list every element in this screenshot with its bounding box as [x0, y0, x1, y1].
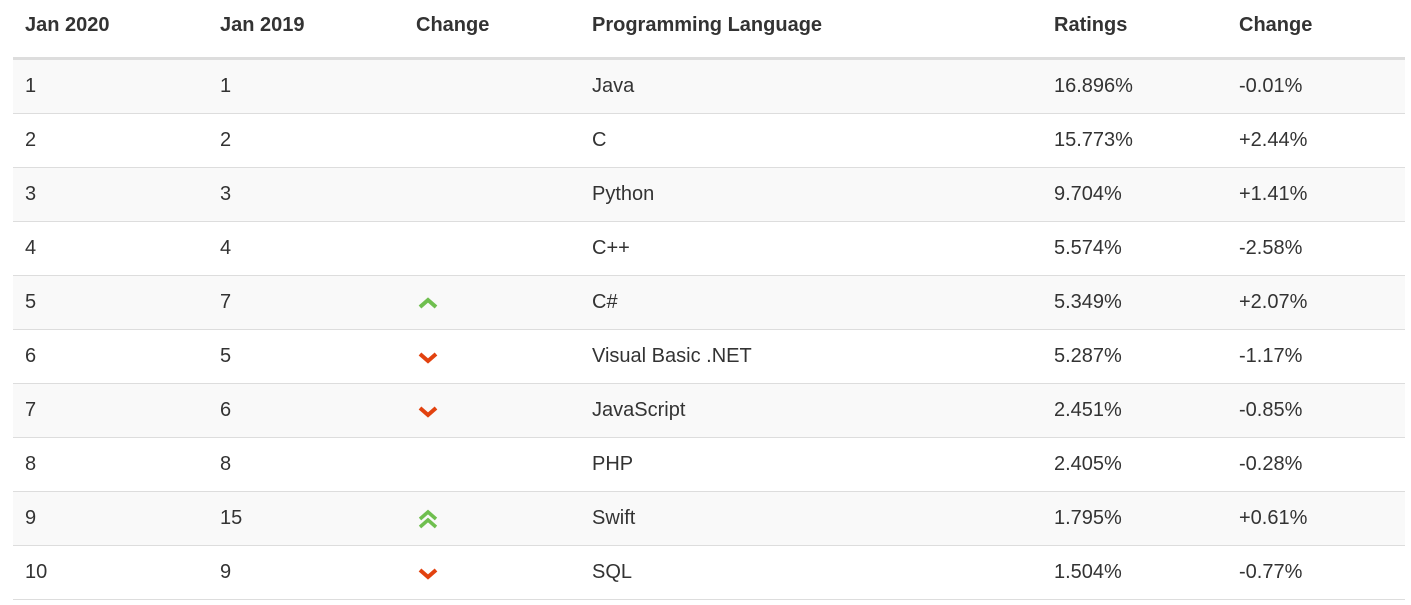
cell-rank-2019: 7: [220, 291, 232, 313]
cell-change: -1.17%: [1239, 345, 1303, 367]
cell-rank-2020: 1: [25, 75, 37, 97]
cell-ratings: 15.773%: [1054, 129, 1133, 151]
cell-change: +2.44%: [1239, 129, 1308, 151]
table-row: 6 5 Visual Basic .NET 5.287% -1.17%: [13, 330, 1405, 384]
ranking-table: Jan 2020 Jan 2019 Change Programming Lan…: [13, 0, 1405, 600]
cell-rank-2020: 9: [25, 507, 37, 529]
cell-ratings: 2.451%: [1054, 399, 1122, 421]
cell-trend: [416, 546, 440, 599]
double-chevron-up-icon: [416, 507, 440, 531]
cell-language: C++: [592, 237, 630, 259]
cell-language: C: [592, 129, 607, 151]
cell-rank-2020: 8: [25, 453, 37, 475]
cell-rank-2019: 8: [220, 453, 232, 475]
cell-trend: [416, 276, 440, 329]
cell-rank-2019: 4: [220, 237, 232, 259]
cell-change: -0.01%: [1239, 75, 1303, 97]
cell-rank-2020: 6: [25, 345, 37, 367]
cell-change: +2.07%: [1239, 291, 1308, 313]
chevron-down-icon: [416, 561, 440, 585]
cell-ratings: 1.504%: [1054, 561, 1122, 583]
cell-language: Visual Basic .NET: [592, 345, 752, 367]
cell-language: C#: [592, 291, 618, 313]
cell-ratings: 5.349%: [1054, 291, 1122, 313]
cell-rank-2019: 2: [220, 129, 232, 151]
cell-change: -0.85%: [1239, 399, 1303, 421]
cell-rank-2019: 1: [220, 75, 232, 97]
table-row: 2 2 C 15.773% +2.44%: [13, 114, 1405, 168]
cell-rank-2019: 5: [220, 345, 232, 367]
table-row: 5 7 C# 5.349% +2.07%: [13, 276, 1405, 330]
cell-rank-2020: 10: [25, 561, 48, 583]
cell-rank-2020: 5: [25, 291, 37, 313]
header-change-percent[interactable]: Change: [1239, 0, 1312, 57]
cell-language: SQL: [592, 561, 633, 583]
cell-change: -0.28%: [1239, 453, 1303, 475]
cell-language: Python: [592, 183, 655, 205]
cell-change: -2.58%: [1239, 237, 1303, 259]
cell-language: Swift: [592, 507, 636, 529]
cell-ratings: 5.287%: [1054, 345, 1122, 367]
header-jan-2020[interactable]: Jan 2020: [25, 0, 110, 57]
cell-language: PHP: [592, 453, 634, 475]
chevron-down-icon: [416, 399, 440, 423]
cell-rank-2019: 15: [220, 507, 243, 529]
table-row: 9 15 Swift 1.795% +0.61%: [13, 492, 1405, 546]
cell-rank-2020: 4: [25, 237, 37, 259]
cell-ratings: 5.574%: [1054, 237, 1122, 259]
cell-rank-2019: 3: [220, 183, 232, 205]
cell-rank-2019: 6: [220, 399, 232, 421]
chevron-up-icon: [416, 291, 440, 315]
cell-trend: [416, 330, 440, 383]
cell-ratings: 9.704%: [1054, 183, 1122, 205]
cell-change: +1.41%: [1239, 183, 1308, 205]
table-row: 10 9 SQL 1.504% -0.77%: [13, 546, 1405, 600]
cell-change: +0.61%: [1239, 507, 1308, 529]
header-change-trend[interactable]: Change: [416, 0, 489, 57]
table-header-row: Jan 2020 Jan 2019 Change Programming Lan…: [13, 0, 1405, 60]
table-row: 4 4 C++ 5.574% -2.58%: [13, 222, 1405, 276]
table-row: 3 3 Python 9.704% +1.41%: [13, 168, 1405, 222]
table-row: 7 6 JavaScript 2.451% -0.85%: [13, 384, 1405, 438]
cell-ratings: 1.795%: [1054, 507, 1122, 529]
chevron-down-icon: [416, 345, 440, 369]
cell-rank-2020: 7: [25, 399, 37, 421]
cell-ratings: 16.896%: [1054, 75, 1133, 97]
table-row: 8 8 PHP 2.405% -0.28%: [13, 438, 1405, 492]
table-body: 1 1 Java 16.896% -0.01% 2 2 C 15.773% +2.44% 3 3 Pyt…: [13, 60, 1405, 600]
header-programming-language[interactable]: Programming Language: [592, 0, 822, 57]
header-ratings[interactable]: Ratings: [1054, 0, 1127, 57]
cell-change: -0.77%: [1239, 561, 1303, 583]
cell-rank-2020: 2: [25, 129, 37, 151]
cell-trend: [416, 384, 440, 437]
cell-rank-2019: 9: [220, 561, 232, 583]
cell-rank-2020: 3: [25, 183, 37, 205]
cell-language: Java: [592, 75, 635, 97]
cell-language: JavaScript: [592, 399, 686, 421]
cell-ratings: 2.405%: [1054, 453, 1122, 475]
header-jan-2019[interactable]: Jan 2019: [220, 0, 305, 57]
table-row: 1 1 Java 16.896% -0.01%: [13, 60, 1405, 114]
cell-trend: [416, 492, 440, 545]
